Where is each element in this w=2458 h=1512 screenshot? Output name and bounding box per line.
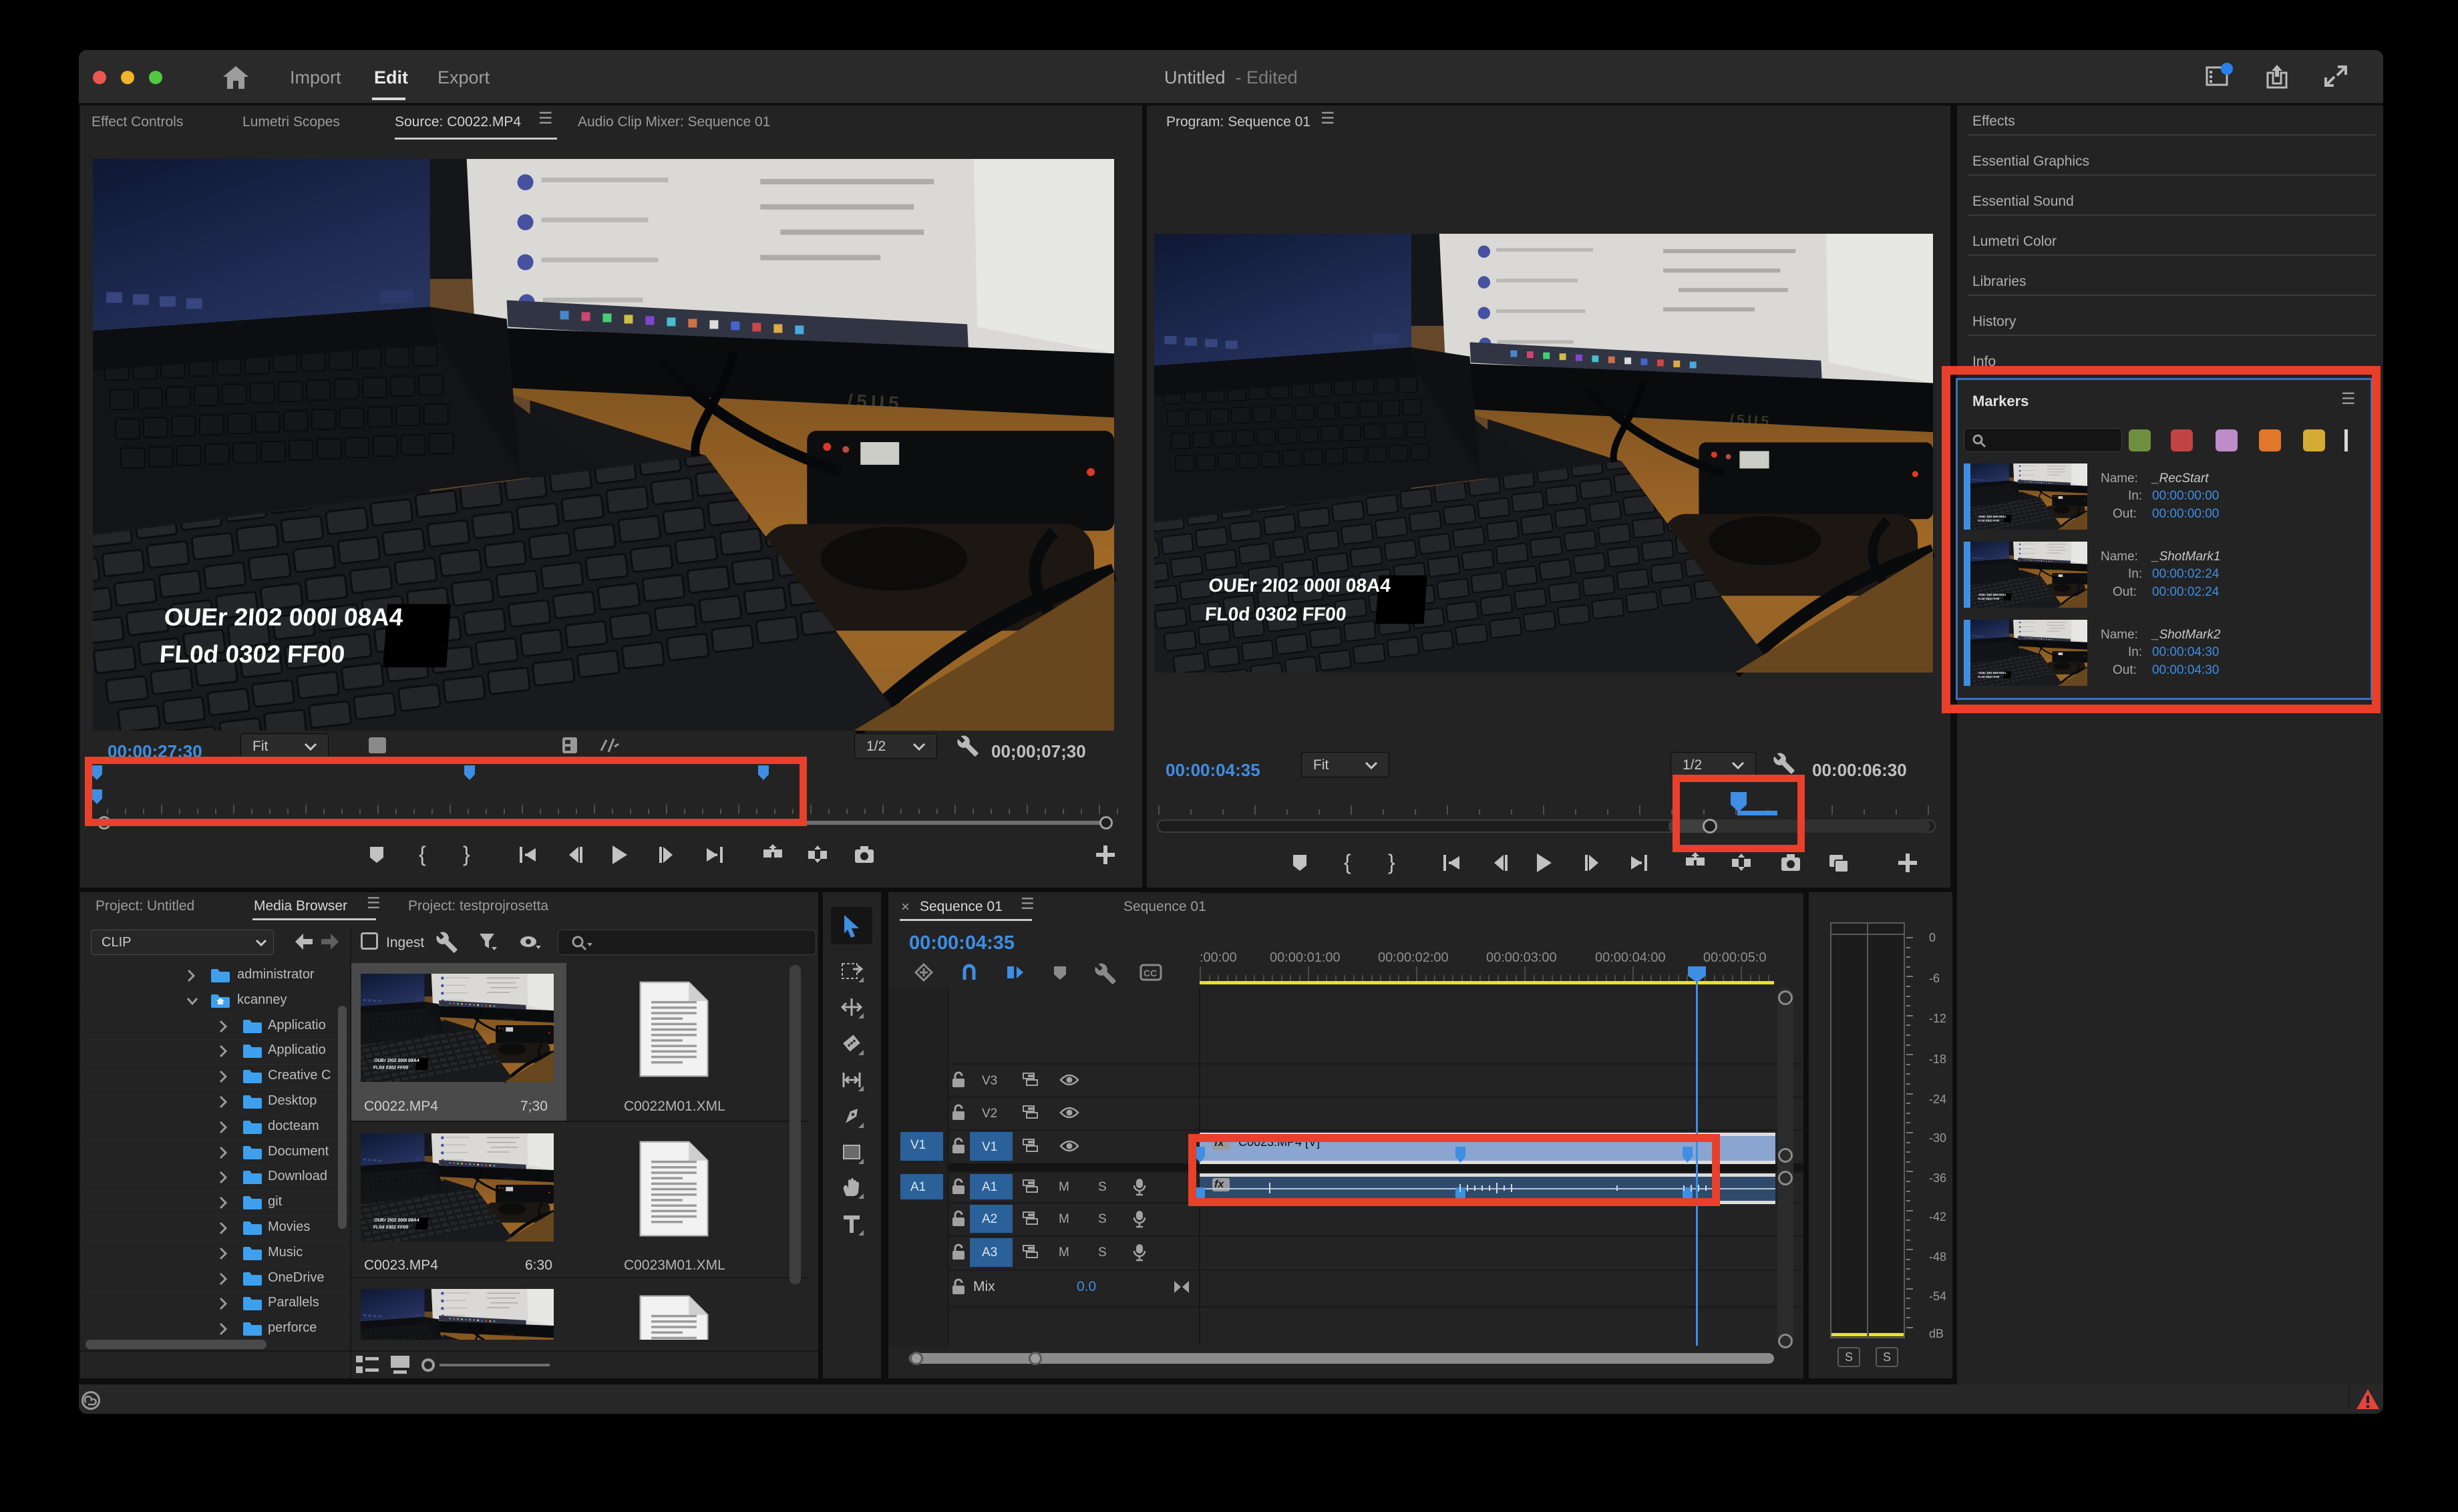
svg-text:{: { [419,842,426,866]
svg-text:CC: CC [1144,968,1157,978]
svg-text:}: } [1388,850,1395,874]
svg-text:}: } [463,842,470,866]
svg-text:{: { [1344,850,1351,874]
